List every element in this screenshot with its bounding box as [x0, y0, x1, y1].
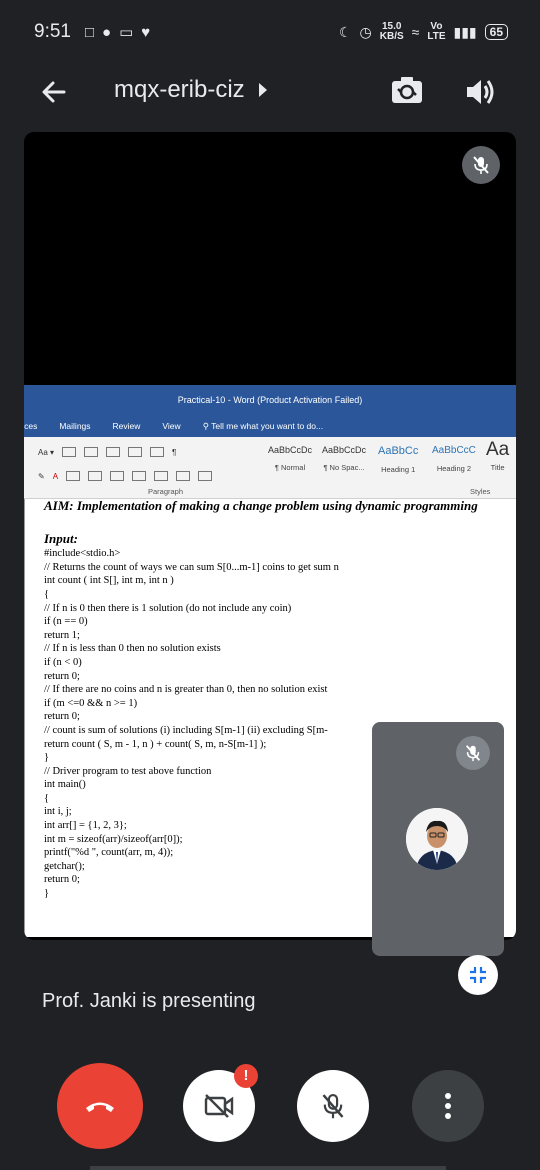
- code-line: {: [44, 588, 50, 600]
- mic-toggle-button[interactable]: [297, 1070, 369, 1142]
- meeting-top-bar: mqx-erib-ciz: [0, 64, 540, 122]
- switch-camera-button[interactable]: [388, 72, 426, 110]
- cast-icon: □: [84, 23, 95, 41]
- code-line: return 0;: [44, 670, 80, 682]
- mic-off-icon: [322, 1094, 344, 1119]
- snapchat-icon: ●: [102, 23, 112, 41]
- style-title: Aa Title: [486, 439, 510, 472]
- ribbon-row-1: Aa ▾ ¶: [24, 447, 176, 457]
- style-normal: AaBbCcDc ¶ Normal: [268, 445, 313, 472]
- avatar: [406, 808, 468, 870]
- tell-me-text: Tell me what you want to do...: [211, 420, 324, 431]
- page-margin-line: [24, 499, 25, 937]
- mic-off-icon: [465, 745, 481, 762]
- code-line: if (n == 0): [44, 616, 88, 628]
- end-call-button[interactable]: [57, 1063, 143, 1149]
- camera-alert-badge: !: [234, 1064, 258, 1088]
- signal-icon: ▮▮▮: [453, 23, 477, 40]
- call-controls: [0, 1063, 540, 1149]
- more-options-button[interactable]: [412, 1070, 484, 1142]
- alarm-icon: ◷: [359, 23, 372, 40]
- tab-mailings: Mailings: [59, 421, 91, 431]
- meeting-info-button[interactable]: mqx-erib-ciz: [114, 76, 267, 104]
- paragraph-group-label: Paragraph: [148, 487, 184, 496]
- ribbon-row-2: ✎ A: [24, 471, 213, 481]
- back-button[interactable]: [38, 76, 70, 108]
- indent-icon: [128, 447, 143, 457]
- volte: Vo LTE: [427, 22, 445, 42]
- code-line: if (n < 0): [44, 656, 82, 668]
- styles-group-label: Styles: [470, 487, 491, 496]
- mic-off-icon: [473, 156, 489, 174]
- align-center-icon: [88, 471, 103, 481]
- camera-off-icon: [204, 1094, 234, 1118]
- tab-references: eferences: [24, 421, 38, 431]
- audio-output-button[interactable]: [462, 74, 498, 110]
- align-left-icon: [66, 471, 81, 481]
- gesture-bar: [90, 1166, 446, 1170]
- code-line: // If n is less than 0 then no solution …: [44, 643, 221, 655]
- justify-icon: [132, 471, 147, 481]
- word-title-bar: Practical-10 - Word (Product Activation …: [24, 385, 516, 415]
- bullets-icon: [62, 447, 77, 457]
- code-line: // Returns the count of ways we can sum …: [44, 561, 339, 573]
- sort-icon: [150, 447, 165, 457]
- speaker-icon: [467, 80, 494, 104]
- code-line: // If there are no coins and n is greate…: [44, 684, 328, 696]
- presenter-mic-status: [462, 146, 500, 184]
- pilcrow-icon: ¶: [172, 447, 177, 457]
- exit-presentation-button[interactable]: [458, 955, 498, 995]
- meeting-code: mqx-erib-ciz: [114, 76, 245, 103]
- borders-icon: [198, 471, 213, 481]
- status-bar: 9:51 □ ● ▭ ♥ ☾ ◷ 15.0 KB/S ≈ Vo LTE ▮▮▮ …: [0, 0, 540, 64]
- font-size-label: Aa: [38, 447, 48, 457]
- highlight-icon: ✎: [38, 471, 45, 481]
- font-size-box: Aa ▾: [38, 447, 55, 457]
- shading-icon: [176, 471, 191, 481]
- align-right-icon: [110, 471, 125, 481]
- dnd-icon: ☾: [338, 23, 352, 40]
- ribbon-toolbar: Aa ▾ ¶ ✎ A AaBbCcDc ¶ Normal AaBbCcDc ¶ …: [24, 437, 516, 499]
- net-speed-unit: KB/S: [379, 31, 404, 42]
- phone-hangup-icon: [86, 1102, 114, 1112]
- volte-sub: LTE: [427, 31, 446, 42]
- code-line: return 1;: [44, 629, 80, 641]
- tab-review: Review: [112, 421, 141, 431]
- aim-heading: AIM: Implementation of making a change p…: [44, 498, 478, 513]
- battery-indicator: 65: [484, 24, 508, 40]
- status-time: 9:51: [34, 21, 71, 42]
- self-mic-status: [456, 736, 490, 770]
- tell-me-box: ⚲ Tell me what you want to do...: [202, 420, 324, 431]
- more-vert-icon: [445, 1093, 451, 1119]
- heart-icon: ♥: [141, 23, 151, 41]
- self-video-tile[interactable]: [372, 722, 504, 956]
- code-line: if (m <=0 && n >= 1): [44, 697, 138, 709]
- system-icons: ☾ ◷ 15.0 KB/S ≈ Vo LTE ▮▮▮ 65: [339, 22, 508, 42]
- style-no-spacing: AaBbCcDc ¶ No Spac...: [322, 445, 367, 472]
- numbering-icon: [84, 447, 99, 457]
- multilevel-icon: [106, 447, 121, 457]
- switch-camera-icon: [392, 77, 422, 103]
- input-heading: Input:: [44, 530, 78, 546]
- presenting-label: Prof. Janki is presenting: [42, 990, 256, 1012]
- monitor-icon: ▭: [119, 24, 134, 41]
- font-color-icon: A: [52, 471, 59, 481]
- net-speed: 15.0 KB/S: [380, 22, 404, 42]
- line-spacing-icon: [154, 471, 169, 481]
- code-line: #include<stdio.h>: [44, 548, 121, 560]
- wifi-icon: ≈: [411, 24, 420, 40]
- notification-icons: □ ● ▭ ♥: [84, 23, 151, 42]
- profile-photo: [406, 808, 468, 870]
- style-heading-1: AaBbCc Heading 1: [378, 445, 419, 474]
- code-line: // If n is 0 then there is 1 solution (d…: [44, 602, 292, 614]
- ribbon-tabs: eferences Mailings Review View ⚲ Tell me…: [24, 415, 516, 437]
- chevron-right-icon: [258, 83, 267, 97]
- tab-view: View: [162, 421, 181, 431]
- arrow-left-icon: [42, 81, 66, 103]
- code-line: int count ( int S[], int m, int n ): [44, 575, 174, 587]
- style-heading-2: AaBbCcC Heading 2: [432, 445, 476, 473]
- exit-fullscreen-icon: [470, 967, 486, 983]
